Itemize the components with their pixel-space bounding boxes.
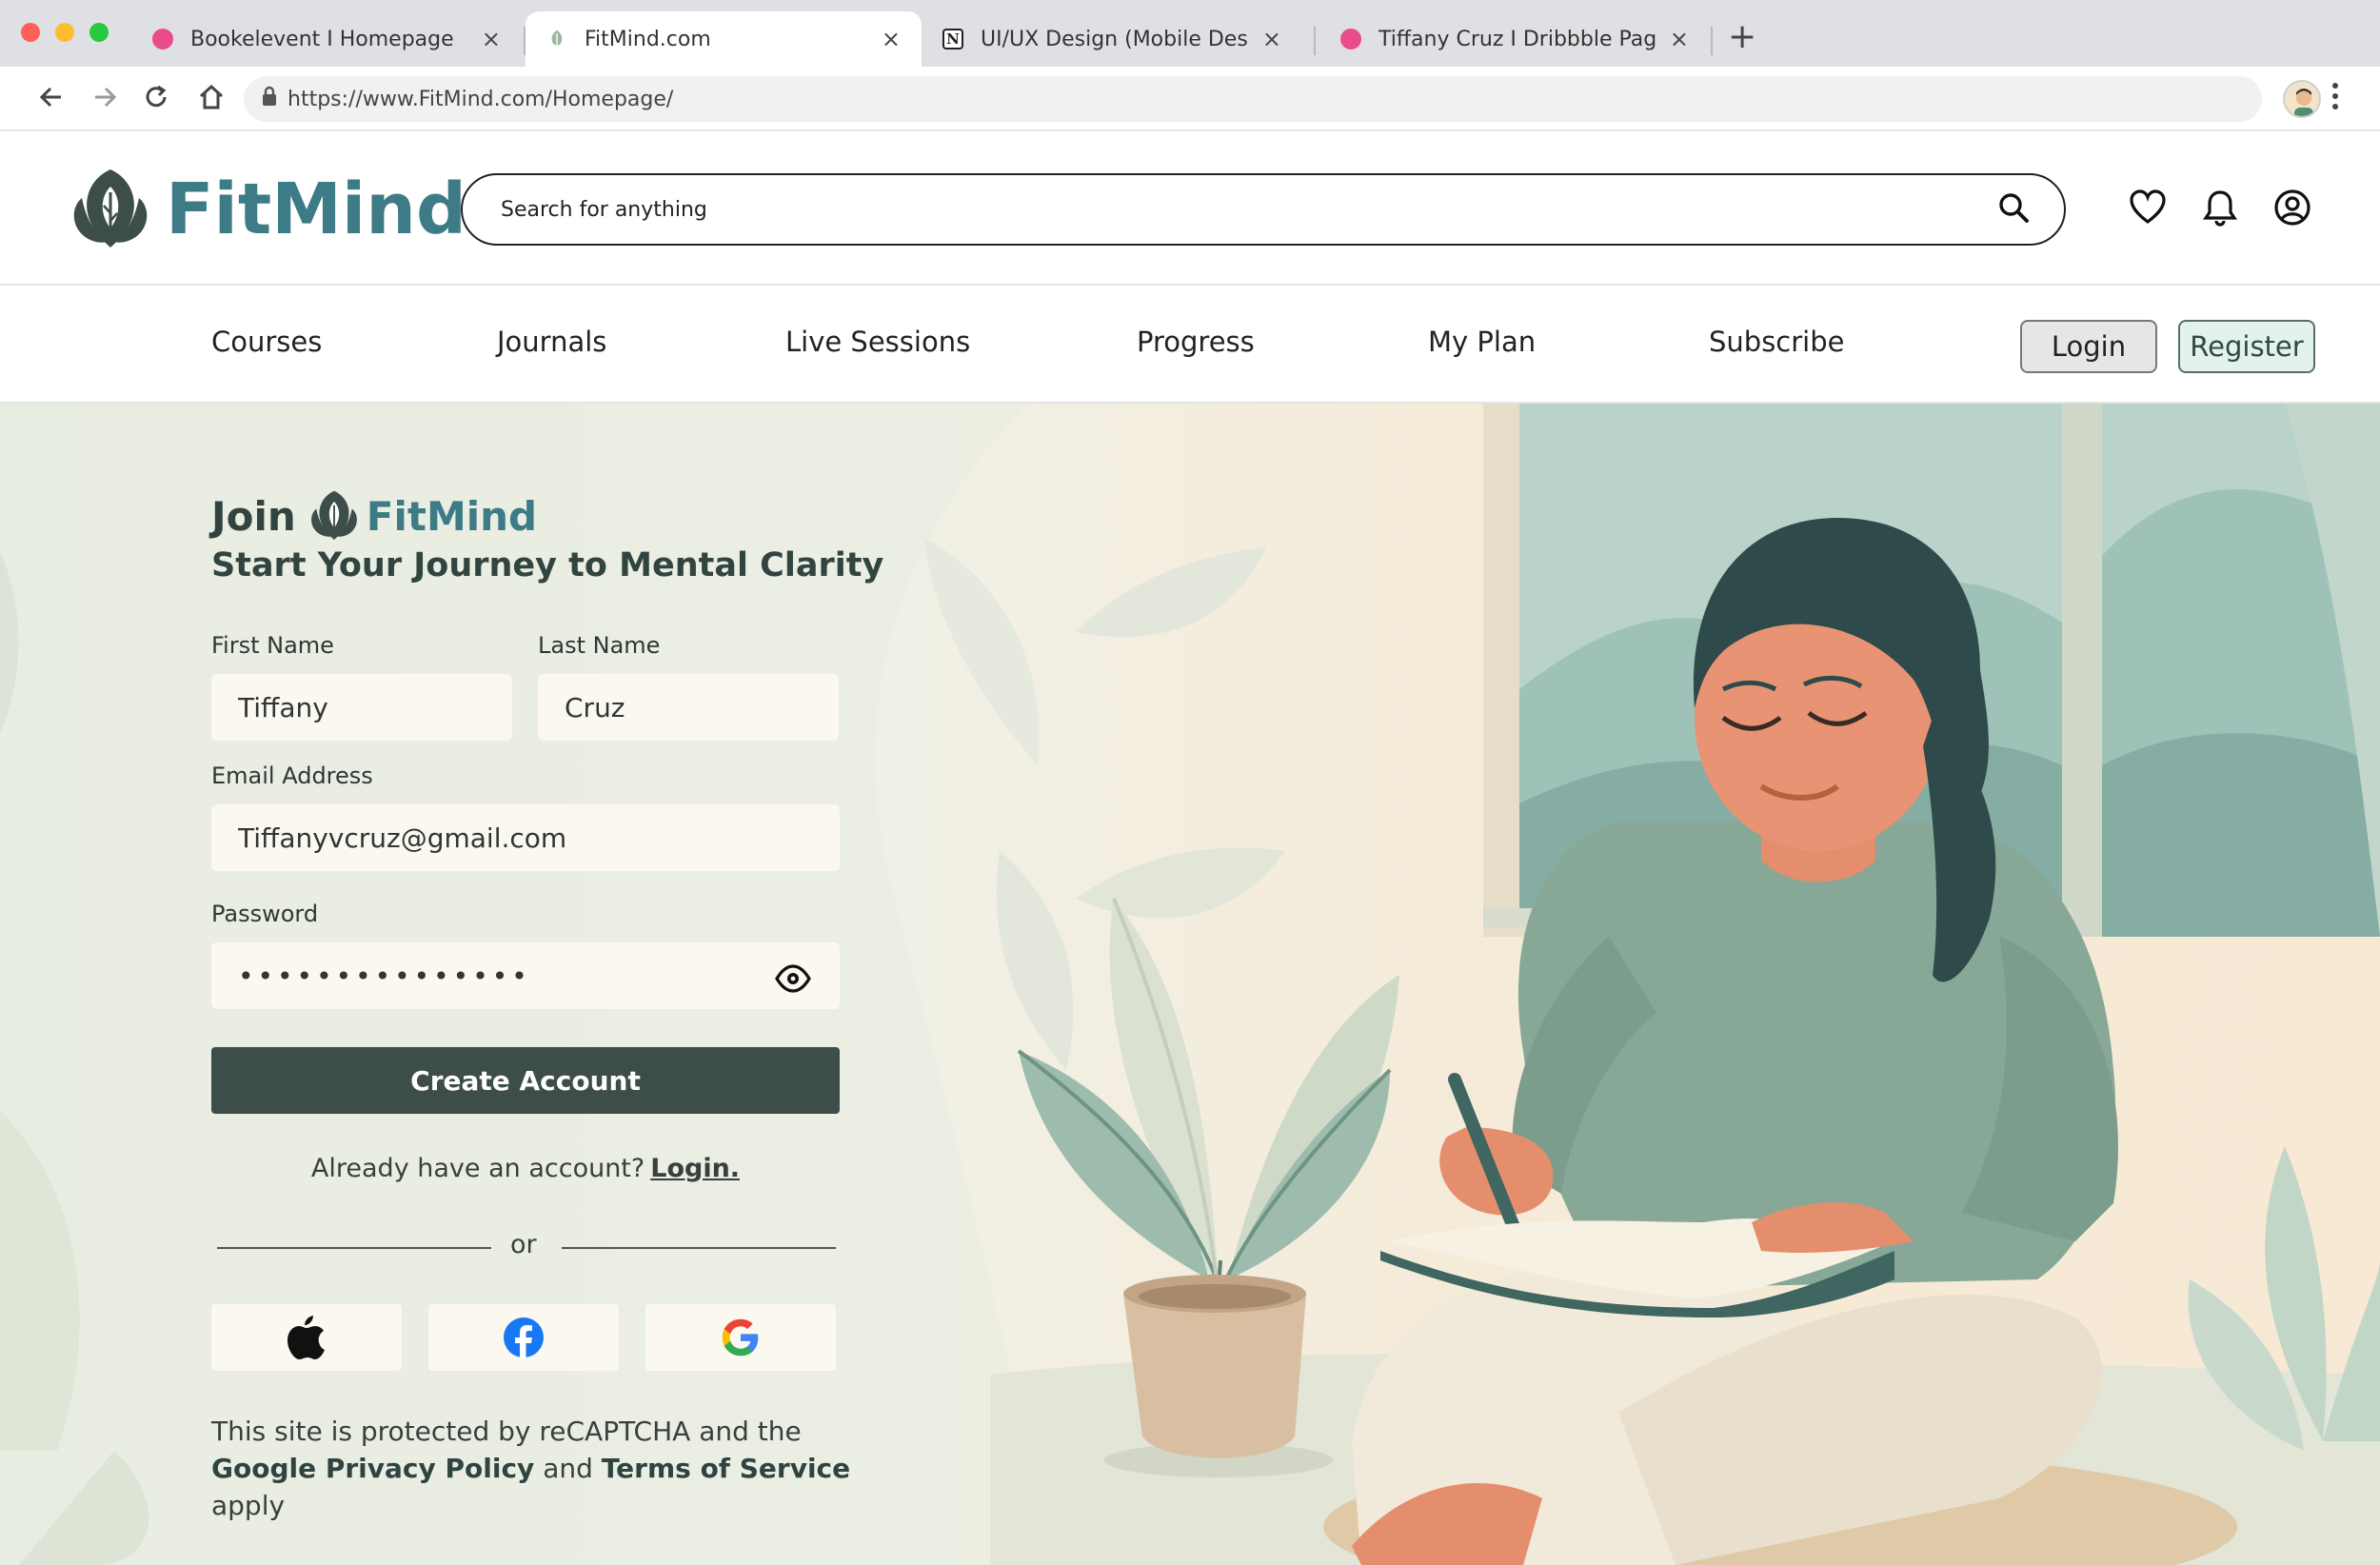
email-field[interactable] (211, 804, 840, 871)
fitmind-leaf-icon (546, 29, 567, 50)
fitmind-logo[interactable]: FitMind (65, 164, 466, 255)
browser-tab-notion[interactable]: N UI/UX Design (Mobile Design × (922, 11, 1302, 67)
show-password-eye-icon[interactable] (775, 961, 811, 997)
hero-section: Join FitMind Start Your Journey to Menta… (0, 404, 2380, 1565)
facebook-icon (504, 1317, 544, 1358)
dribbble-icon (1340, 29, 1361, 50)
heart-icon[interactable] (2129, 188, 2167, 227)
home-icon[interactable] (196, 82, 227, 121)
join-brand-name: FitMind (366, 492, 538, 540)
nav-subscribe[interactable]: Subscribe (1709, 326, 1844, 358)
tab-divider (1711, 27, 1713, 55)
email-label: Email Address (211, 763, 373, 789)
or-divider-text: or (510, 1230, 537, 1259)
recaptcha-notice: This site is protected by reCAPTCHA and … (211, 1413, 859, 1524)
profile-avatar[interactable] (2283, 80, 2321, 118)
nav-courses[interactable]: Courses (211, 326, 322, 358)
notion-icon: N (942, 29, 963, 50)
tab-title: Bookelevent I Homepage (190, 27, 454, 51)
close-tab-icon[interactable]: × (1670, 26, 1689, 52)
google-icon (722, 1318, 759, 1357)
account-icon[interactable] (2273, 188, 2311, 227)
close-tab-icon[interactable]: × (482, 26, 501, 52)
close-tab-icon[interactable]: × (882, 26, 901, 52)
apple-signin-button[interactable] (211, 1304, 402, 1371)
tab-title: FitMind.com (585, 27, 711, 51)
forward-icon[interactable] (89, 82, 120, 121)
search-icon[interactable] (1997, 191, 2030, 228)
facebook-signin-button[interactable] (428, 1304, 619, 1371)
login-button[interactable]: Login (2020, 320, 2157, 373)
password-label: Password (211, 901, 319, 927)
form-heading: Join FitMind (211, 487, 537, 545)
password-field[interactable] (211, 942, 840, 1009)
main-navigation: Courses Journals Live Sessions Progress … (0, 286, 2380, 404)
login-prompt: Already have an account? Login. (211, 1154, 840, 1183)
nav-progress[interactable]: Progress (1137, 326, 1255, 358)
browser-tab-bookelevent[interactable]: Bookelevent I Homepage × (131, 11, 522, 67)
search-bar[interactable] (461, 173, 2066, 246)
browser-tab-fitmind[interactable]: FitMind.com × (526, 11, 922, 67)
legal-text: apply (211, 1490, 286, 1521)
back-icon[interactable] (36, 82, 67, 121)
register-button[interactable]: Register (2178, 320, 2315, 373)
window-close-button[interactable] (21, 23, 40, 42)
browser-tab-bar: Bookelevent I Homepage × FitMind.com × N… (0, 0, 2380, 67)
window-zoom-button[interactable] (89, 23, 109, 42)
last-name-field[interactable] (538, 674, 839, 741)
first-name-label: First Name (211, 632, 334, 659)
browser-tab-dribbble[interactable]: Tiffany Cruz I Dribbble Page × (1319, 11, 1710, 67)
google-signin-button[interactable] (645, 1304, 836, 1371)
nav-live-sessions[interactable]: Live Sessions (785, 326, 970, 358)
divider-left (217, 1247, 491, 1249)
tab-title: UI/UX Design (Mobile Design (981, 27, 1249, 51)
browser-menu-icon[interactable] (2330, 80, 2340, 120)
create-account-button[interactable]: Create Account (211, 1047, 840, 1114)
join-word: Join (211, 492, 296, 540)
new-tab-icon[interactable]: + (1728, 17, 1756, 56)
apple-icon (288, 1316, 325, 1359)
login-link[interactable]: Login. (650, 1154, 740, 1183)
first-name-field[interactable] (211, 674, 512, 741)
form-subtitle: Start Your Journey to Mental Clarity (211, 546, 884, 584)
nav-journals[interactable]: Journals (497, 326, 606, 358)
tab-divider (1314, 27, 1316, 55)
terms-of-service-link[interactable]: Terms of Service (602, 1453, 850, 1484)
lotus-leaf-icon (310, 490, 357, 540)
url-text: https://www.FitMind.com/Homepage/ (288, 87, 674, 111)
nav-my-plan[interactable]: My Plan (1428, 326, 1536, 358)
close-tab-icon[interactable]: × (1262, 26, 1281, 52)
divider-right (562, 1247, 836, 1249)
window-minimize-button[interactable] (55, 23, 74, 42)
dribbble-icon (152, 29, 173, 50)
last-name-label: Last Name (538, 632, 661, 659)
privacy-policy-link[interactable]: Google Privacy Policy (211, 1453, 534, 1484)
legal-text: and (534, 1453, 602, 1484)
site-header: FitMind (0, 131, 2380, 286)
lotus-leaf-logo-icon (73, 169, 148, 248)
brand-name: FitMind (166, 168, 466, 250)
legal-text: This site is protected by reCAPTCHA and … (211, 1416, 802, 1447)
address-bar[interactable]: https://www.FitMind.com/Homepage/ (244, 76, 2262, 122)
already-have-account-text: Already have an account? (310, 1154, 645, 1183)
bell-icon[interactable] (2201, 188, 2239, 227)
search-input[interactable] (501, 197, 1997, 222)
address-row: https://www.FitMind.com/Homepage/ (0, 67, 2380, 131)
tab-title: Tiffany Cruz I Dribbble Page (1378, 27, 1656, 51)
lock-icon (261, 86, 278, 112)
reload-icon[interactable] (141, 82, 171, 121)
